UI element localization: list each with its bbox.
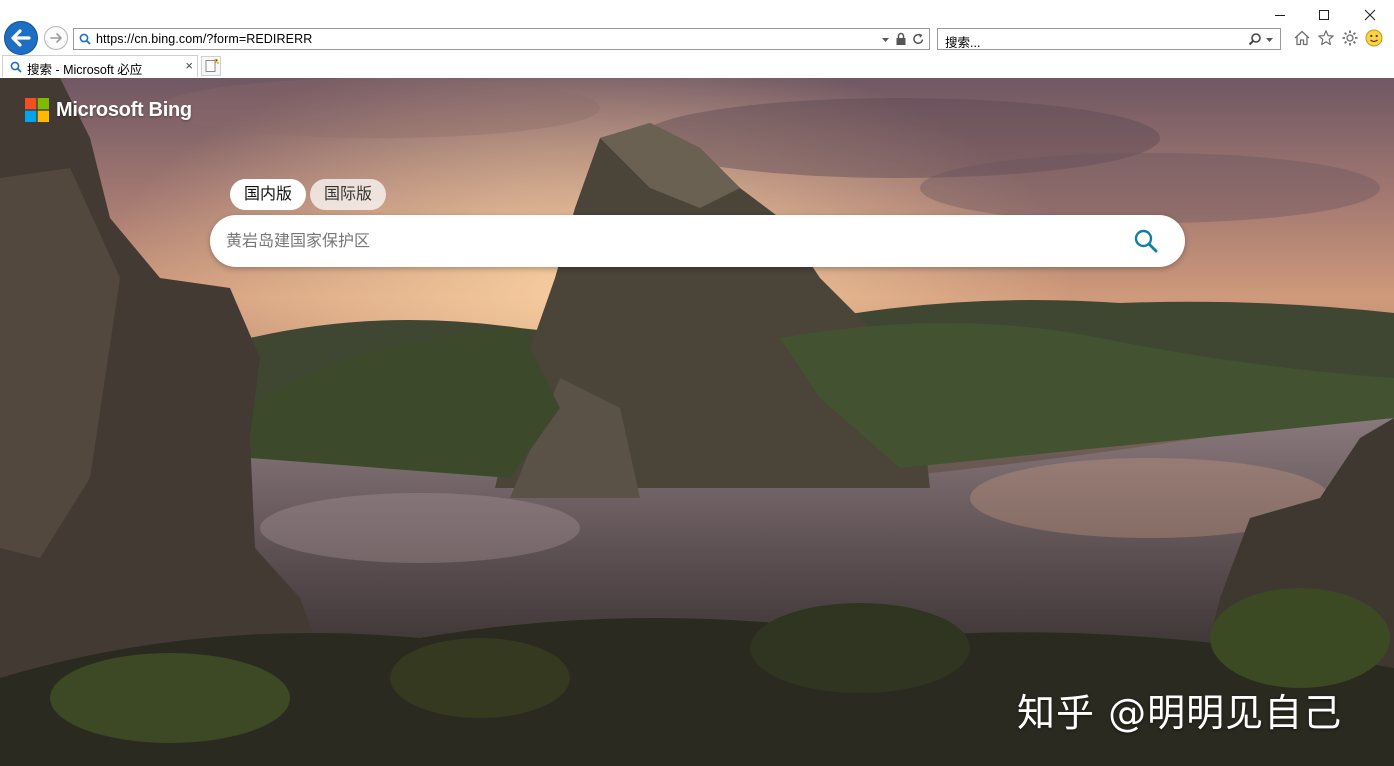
search-icon xyxy=(79,33,91,45)
close-icon xyxy=(1364,9,1376,21)
smiley-feedback-icon[interactable] xyxy=(1365,29,1383,47)
arrow-right-icon xyxy=(50,33,62,43)
address-url: https://cn.bing.com/?form=REDIRERR xyxy=(96,32,313,46)
search-icon xyxy=(10,61,22,73)
search-icon[interactable] xyxy=(1248,32,1262,46)
maximize-button[interactable] xyxy=(1314,6,1334,24)
search-icon[interactable] xyxy=(1132,227,1160,255)
bing-logo[interactable]: Microsoft Bing xyxy=(25,98,192,122)
dropdown-arrow-icon[interactable] xyxy=(1265,32,1274,46)
new-tab-icon xyxy=(205,58,219,72)
maximize-icon xyxy=(1319,10,1329,20)
gear-icon[interactable] xyxy=(1341,29,1359,47)
tab-international[interactable]: 国际版 xyxy=(310,179,387,210)
back-button[interactable] xyxy=(4,21,38,55)
bing-homepage: Microsoft Bing 国内版 国际版 知乎 @明明见自己 xyxy=(0,78,1394,766)
star-icon[interactable] xyxy=(1317,29,1335,47)
minimize-button[interactable] xyxy=(1270,6,1290,24)
minimize-icon xyxy=(1275,15,1285,16)
arrow-left-icon xyxy=(11,29,31,47)
tab-domestic[interactable]: 国内版 xyxy=(230,179,307,210)
tab-close-button[interactable]: × xyxy=(185,58,193,73)
browser-search-box[interactable]: 搜索... xyxy=(937,28,1281,50)
close-window-button[interactable] xyxy=(1360,6,1380,24)
zhihu-watermark: 知乎 @明明见自己 xyxy=(1017,691,1343,735)
dropdown-arrow-icon[interactable] xyxy=(881,32,890,46)
tab-bing-search[interactable]: 搜索 - Microsoft 必应 × xyxy=(2,55,198,77)
lock-icon[interactable] xyxy=(895,32,907,46)
forward-button[interactable] xyxy=(44,26,68,50)
logo-text: Microsoft Bing xyxy=(56,98,192,121)
region-scope-tabs: 国内版 国际版 xyxy=(230,179,387,210)
bing-search-input[interactable] xyxy=(224,215,1108,269)
browser-search-placeholder: 搜索... xyxy=(945,36,981,50)
home-icon[interactable] xyxy=(1293,29,1311,47)
microsoft-logo-icon xyxy=(25,98,49,122)
new-tab-button[interactable] xyxy=(201,56,221,76)
background-landscape-image xyxy=(0,78,1394,766)
browser-chrome: https://cn.bing.com/?form=REDIRERR 搜索... xyxy=(0,0,1394,79)
bing-search-bar xyxy=(210,215,1185,269)
address-bar[interactable]: https://cn.bing.com/?form=REDIRERR xyxy=(73,28,930,50)
tab-title: 搜索 - Microsoft 必应 xyxy=(27,63,143,77)
refresh-icon[interactable] xyxy=(912,32,925,46)
